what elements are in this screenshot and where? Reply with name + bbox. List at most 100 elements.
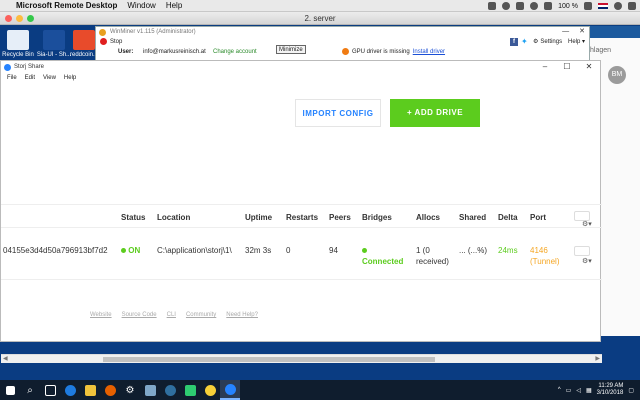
- taskbar-explorer[interactable]: [80, 380, 100, 400]
- emoji-icon: [204, 384, 216, 396]
- battery-icon[interactable]: [584, 2, 592, 10]
- minimize-icon[interactable]: –: [534, 61, 556, 73]
- port-value: 4146: [530, 246, 548, 255]
- change-account-link[interactable]: Change account: [213, 49, 257, 55]
- gear-icon: ⚙▾: [582, 221, 592, 228]
- column-header-restarts: Restarts: [286, 213, 319, 222]
- location-value: C:\application\storj\1\: [157, 246, 232, 255]
- battery-percent[interactable]: 100 %: [558, 3, 578, 10]
- wifi-icon[interactable]: [530, 2, 539, 10]
- help-button[interactable]: Help ▾: [568, 38, 585, 45]
- system-tray: ^ ▭ ◁ ▦ 11:29 AM 3/10/2018 ▢: [558, 380, 634, 400]
- column-header-allocs: Allocs: [416, 213, 441, 222]
- sia-icon: [184, 384, 196, 396]
- tray-app-icon[interactable]: [488, 2, 497, 10]
- column-header-shared: Shared: [459, 213, 487, 222]
- winminer-title: WinMiner v1.115 (Administrator): [110, 29, 196, 35]
- chevron-down-icon: ▾: [582, 39, 586, 45]
- notification-center-icon[interactable]: [628, 2, 636, 10]
- maximize-icon[interactable]: ☐: [556, 61, 578, 73]
- folder-icon: [84, 384, 96, 396]
- taskbar-sia[interactable]: [180, 380, 200, 400]
- menu-edit[interactable]: Edit: [25, 73, 35, 83]
- network-icon[interactable]: ▭: [566, 387, 572, 394]
- footer-link-community[interactable]: Community: [186, 312, 216, 318]
- close-window-button[interactable]: [5, 15, 12, 22]
- menu-help[interactable]: Help: [64, 73, 76, 83]
- import-config-button[interactable]: IMPORT CONFIG: [295, 99, 381, 127]
- remote-desktop-titlebar: 2. server: [0, 12, 640, 25]
- row-settings-button[interactable]: ⚙▾: [574, 246, 592, 265]
- input-source-flag-icon[interactable]: [598, 3, 608, 9]
- chevron-up-icon[interactable]: ^: [558, 387, 561, 393]
- scroll-left-icon[interactable]: ◀: [3, 355, 8, 364]
- close-icon[interactable]: ✕: [578, 61, 600, 73]
- status-value: ON: [128, 246, 141, 255]
- minimize-window-button[interactable]: [16, 15, 23, 22]
- stop-button[interactable]: Stop: [100, 38, 122, 45]
- edge-icon: [64, 384, 76, 396]
- gpu-warning: GPU driver is missing Install driver: [342, 48, 445, 55]
- desktop-icon-recycle-bin[interactable]: Recycle Bin: [0, 30, 36, 59]
- taskbar-settings[interactable]: ⚙: [120, 380, 140, 400]
- taskbar-storj[interactable]: [220, 380, 240, 400]
- footer-link-source-code[interactable]: Source Code: [122, 312, 157, 318]
- recycle-bin-icon: [7, 30, 29, 50]
- taskbar-edge[interactable]: [60, 380, 80, 400]
- stop-icon: [100, 38, 107, 45]
- app-menu[interactable]: Microsoft Remote Desktop: [16, 1, 117, 10]
- avatar[interactable]: BM: [608, 66, 626, 84]
- user-label: User:: [118, 49, 134, 55]
- fullscreen-window-button[interactable]: [27, 15, 34, 22]
- allocs-value-line1: 1 (0: [416, 246, 430, 255]
- gear-icon: ⚙: [125, 384, 135, 396]
- user-email: info@markusreinisch.at: [143, 49, 206, 55]
- spotlight-icon[interactable]: [614, 2, 622, 10]
- bluetooth-icon[interactable]: [544, 2, 553, 10]
- column-header-port: Port: [530, 213, 546, 222]
- horizontal-scrollbar[interactable]: ◀ ▶: [1, 354, 602, 363]
- install-driver-link[interactable]: Install driver: [413, 49, 445, 55]
- scroll-right-icon[interactable]: ▶: [595, 355, 600, 364]
- taskbar-app[interactable]: [140, 380, 160, 400]
- search-icon: ⌕: [27, 384, 33, 396]
- taskbar-firefox[interactable]: [100, 380, 120, 400]
- storj-share-window: Storj Share – ☐ ✕ File Edit View Help IM…: [0, 60, 602, 363]
- search-button[interactable]: ⌕: [20, 380, 40, 400]
- taskbar-winminer[interactable]: [160, 380, 180, 400]
- desktop-icon-label: reddcoin...: [69, 52, 99, 58]
- background-window-text: hlagen: [590, 47, 612, 54]
- shared-value: ... (...%): [459, 246, 487, 255]
- keyboard-icon[interactable]: ▦: [586, 387, 592, 394]
- start-button[interactable]: [0, 380, 20, 400]
- facebook-icon[interactable]: f: [510, 38, 518, 46]
- table-settings-button[interactable]: ⚙▾: [574, 211, 592, 228]
- menu-view[interactable]: View: [43, 73, 56, 83]
- task-view-button[interactable]: [40, 380, 60, 400]
- app-icon: [144, 384, 156, 396]
- footer-link-website[interactable]: Website: [90, 312, 112, 318]
- twitter-icon[interactable]: ✦: [521, 38, 530, 46]
- minimize-icon[interactable]: —: [562, 27, 569, 37]
- tray-app-icon[interactable]: [502, 2, 511, 10]
- table-row[interactable]: 04155e3d4d50a796913bf7d2 ON C:\applicati…: [1, 236, 602, 280]
- winminer-window-controls: — ✕: [562, 27, 585, 37]
- footer-link-need-help[interactable]: Need Help?: [226, 312, 258, 318]
- windows-taskbar: ⌕ ⚙ ^ ▭ ◁ ▦ 11:29 AM 3/10/2018 ▢: [0, 380, 640, 400]
- volume-icon[interactable]: ◁: [576, 387, 581, 394]
- winminer-icon: [164, 384, 176, 396]
- close-icon[interactable]: ✕: [579, 27, 585, 37]
- footer-link-cli[interactable]: CLI: [167, 312, 176, 318]
- scrollbar-thumb[interactable]: [103, 357, 435, 362]
- menu-file[interactable]: File: [7, 73, 17, 83]
- clock-date: 3/10/2018: [596, 390, 624, 396]
- add-drive-button[interactable]: + ADD DRIVE: [390, 99, 480, 127]
- menu-help[interactable]: Help: [166, 1, 182, 10]
- action-center-icon[interactable]: ▢: [628, 387, 634, 394]
- taskbar-emoji-app[interactable]: [200, 380, 220, 400]
- windows-desktop: Recycle Bin Sia-UI - Sh... reddcoin... h…: [0, 26, 640, 380]
- menu-window[interactable]: Window: [127, 1, 155, 10]
- settings-button[interactable]: ⚙ Settings: [533, 38, 562, 46]
- tray-app-icon[interactable]: [516, 2, 525, 10]
- clock[interactable]: 11:29 AM 3/10/2018: [597, 383, 624, 397]
